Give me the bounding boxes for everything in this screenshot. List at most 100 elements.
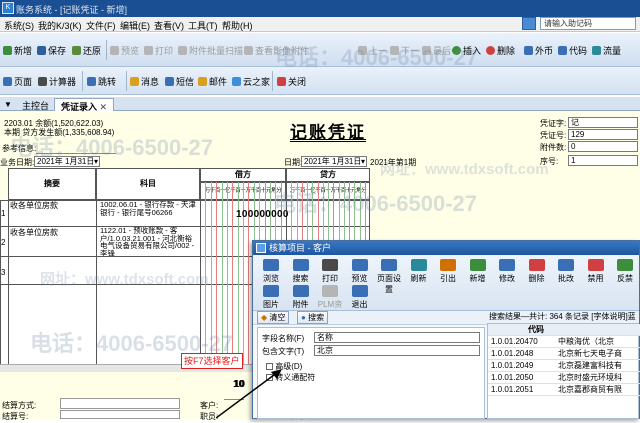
account-cell[interactable]: 1122.01 - 预收账款 - 客户/1.0.03.21.001 - 河北衡裕… <box>100 227 198 256</box>
tab-close-icon[interactable]: ✕ <box>100 102 108 112</box>
biz-date-field[interactable]: 2021年 1月31日 ▾ <box>34 156 100 167</box>
edit-icon <box>499 259 515 271</box>
last-icon <box>422 46 431 55</box>
scan-icon <box>178 46 187 55</box>
seq-field[interactable]: 1 <box>568 155 638 166</box>
menu-file[interactable]: 文件(F) <box>86 19 116 32</box>
menu-edit[interactable]: 编辑(E) <box>120 19 150 32</box>
result-row[interactable]: 1.0.01.2049 北京磊建富科技有 <box>488 360 640 372</box>
flow-button[interactable]: 流量 <box>592 44 621 57</box>
attachment-icon <box>292 285 309 297</box>
page-setup-button[interactable]: 页面设置 <box>375 259 403 295</box>
settle-no-label: 结算号: <box>2 412 29 421</box>
view-image-button[interactable]: 查看影像附件 <box>244 44 309 57</box>
print-button[interactable]: 打印 <box>144 44 173 57</box>
browse-button[interactable]: 浏览 <box>257 259 285 284</box>
contains-text-input[interactable]: 北京 <box>314 345 480 356</box>
enable-button[interactable]: 反禁 <box>611 259 639 284</box>
search-input[interactable]: 请输入助记码 <box>540 17 636 30</box>
result-row[interactable]: 1.0.01.2050 北京时盛元环境科 <box>488 372 640 384</box>
page-button[interactable]: 页面 <box>3 75 32 88</box>
sms-button[interactable]: 短信 <box>165 75 194 88</box>
close-button[interactable]: 关闭 <box>277 75 306 88</box>
app-shortcut-icon[interactable] <box>522 17 536 30</box>
new-button[interactable]: 新增 <box>3 44 32 57</box>
result-row[interactable]: 1.0.01.2048 北京新七天电子商 <box>488 348 640 360</box>
tab-console[interactable]: 主控台 <box>16 98 55 111</box>
cloud-icon <box>232 77 241 86</box>
export-button[interactable]: 引出 <box>434 259 462 284</box>
col-account-header: 科目 <box>96 168 200 200</box>
picture-button[interactable]: 图片 <box>257 285 285 310</box>
result-header: 代码 <box>488 324 640 336</box>
ref-field[interactable] <box>36 143 116 154</box>
exit-icon <box>351 285 368 297</box>
voucher-no-field[interactable]: 129 <box>568 129 638 140</box>
result-row[interactable]: 1.0.01.20470 中粮海优（北京 <box>488 336 640 348</box>
prev-button[interactable]: 上一 <box>358 44 387 57</box>
settle-method-label: 结算方式: <box>2 401 37 410</box>
tab-voucher-entry[interactable]: 凭证录入 ✕ <box>54 98 115 112</box>
search-button[interactable]: ● 搜索 <box>297 311 329 324</box>
last-button[interactable]: 最后 <box>422 44 451 57</box>
delete-button[interactable]: 删除 <box>486 44 515 57</box>
batch-edit-button[interactable]: 批改 <box>552 259 580 284</box>
print-button[interactable]: 打印 <box>316 259 344 284</box>
summary-cell[interactable]: 收各单位房款 <box>10 201 94 210</box>
jump-button[interactable]: 跳转 <box>87 75 116 88</box>
code-button[interactable]: 代码 <box>558 44 587 57</box>
result-row[interactable]: 1.0.01.2051 北京嘉郡商贸有限 <box>488 384 640 396</box>
exit-button[interactable]: 退出 <box>346 285 374 310</box>
clear-button[interactable]: ◆ 清空 <box>257 311 290 324</box>
field-name-select[interactable]: 名称 <box>314 332 480 343</box>
delete-button[interactable]: 删除 <box>523 259 551 284</box>
preview-button[interactable]: 预览 <box>346 259 374 284</box>
summary-cell[interactable]: 收各单位房款 <box>10 228 94 237</box>
currency-button[interactable]: 外币 <box>524 44 553 57</box>
new-button[interactable]: 新增 <box>464 259 492 284</box>
eraser-icon: ◆ <box>261 313 268 322</box>
save-button[interactable]: 保存 <box>37 44 66 57</box>
attachment-button[interactable]: 附件 <box>287 285 315 310</box>
title-bar: K 账务系统 - [记账凭证 - 新增] <box>0 0 640 17</box>
attach-field[interactable]: 0 <box>568 141 638 152</box>
menu-my-k3[interactable]: 我的K/3(K) <box>38 19 82 32</box>
menu-tools[interactable]: 工具(T) <box>188 19 218 32</box>
mail-button[interactable]: 邮件 <box>198 75 227 88</box>
result-name: 中粮海优（北京 <box>558 337 614 346</box>
tab-dropdown-icon[interactable]: ▼ <box>4 100 12 109</box>
batch-scan-button[interactable]: 附件批量扫描 <box>178 44 243 57</box>
account-cell[interactable]: 1002.06.01 - 银行存款 - 天津银行 - 银行尾号06266 <box>100 201 198 226</box>
cloud-button[interactable]: 云之家 <box>232 75 270 88</box>
message-button[interactable]: 消息 <box>130 75 159 88</box>
date-field[interactable]: 2021年 1月31日 ▾ <box>301 156 367 167</box>
preview-button[interactable]: 预览 <box>110 44 139 57</box>
callout-arrow <box>216 369 282 418</box>
sms-icon <box>165 77 174 86</box>
insert-button[interactable]: 插入 <box>452 44 481 57</box>
debit-cell[interactable]: 100000000 <box>236 210 289 219</box>
period-label: 2021年第1期 <box>370 158 417 167</box>
result-list: 代码 1.0.01.20470 中粮海优（北京 1.0.01.2048 北京新七天电子… <box>487 323 640 419</box>
next-button[interactable]: 下一 <box>390 44 419 57</box>
undo-button[interactable]: 还原 <box>72 44 101 57</box>
menu-help[interactable]: 帮助(H) <box>222 19 253 32</box>
voucher-word-field[interactable]: 记 <box>568 117 638 128</box>
settle-no-field[interactable] <box>60 410 180 419</box>
toolbar-divider <box>126 71 127 91</box>
preview-icon <box>351 259 368 271</box>
disable-button[interactable]: 禁用 <box>582 259 610 284</box>
menu-view[interactable]: 查看(V) <box>154 19 184 32</box>
row-number: 3 <box>1 268 6 277</box>
search-button[interactable]: 搜索 <box>287 259 315 284</box>
menu-system[interactable]: 系统(S) <box>4 19 34 32</box>
digit-guide-line <box>232 182 233 368</box>
flow-icon <box>592 46 601 55</box>
refresh-button[interactable]: 刷新 <box>405 259 433 284</box>
next-icon <box>390 46 399 55</box>
edit-button[interactable]: 修改 <box>493 259 521 284</box>
new-icon <box>3 46 12 55</box>
calculator-button[interactable]: 计算器 <box>38 75 76 88</box>
settle-method-field[interactable] <box>60 398 180 409</box>
result-name: 北京嘉郡商贸有限 <box>558 385 622 394</box>
